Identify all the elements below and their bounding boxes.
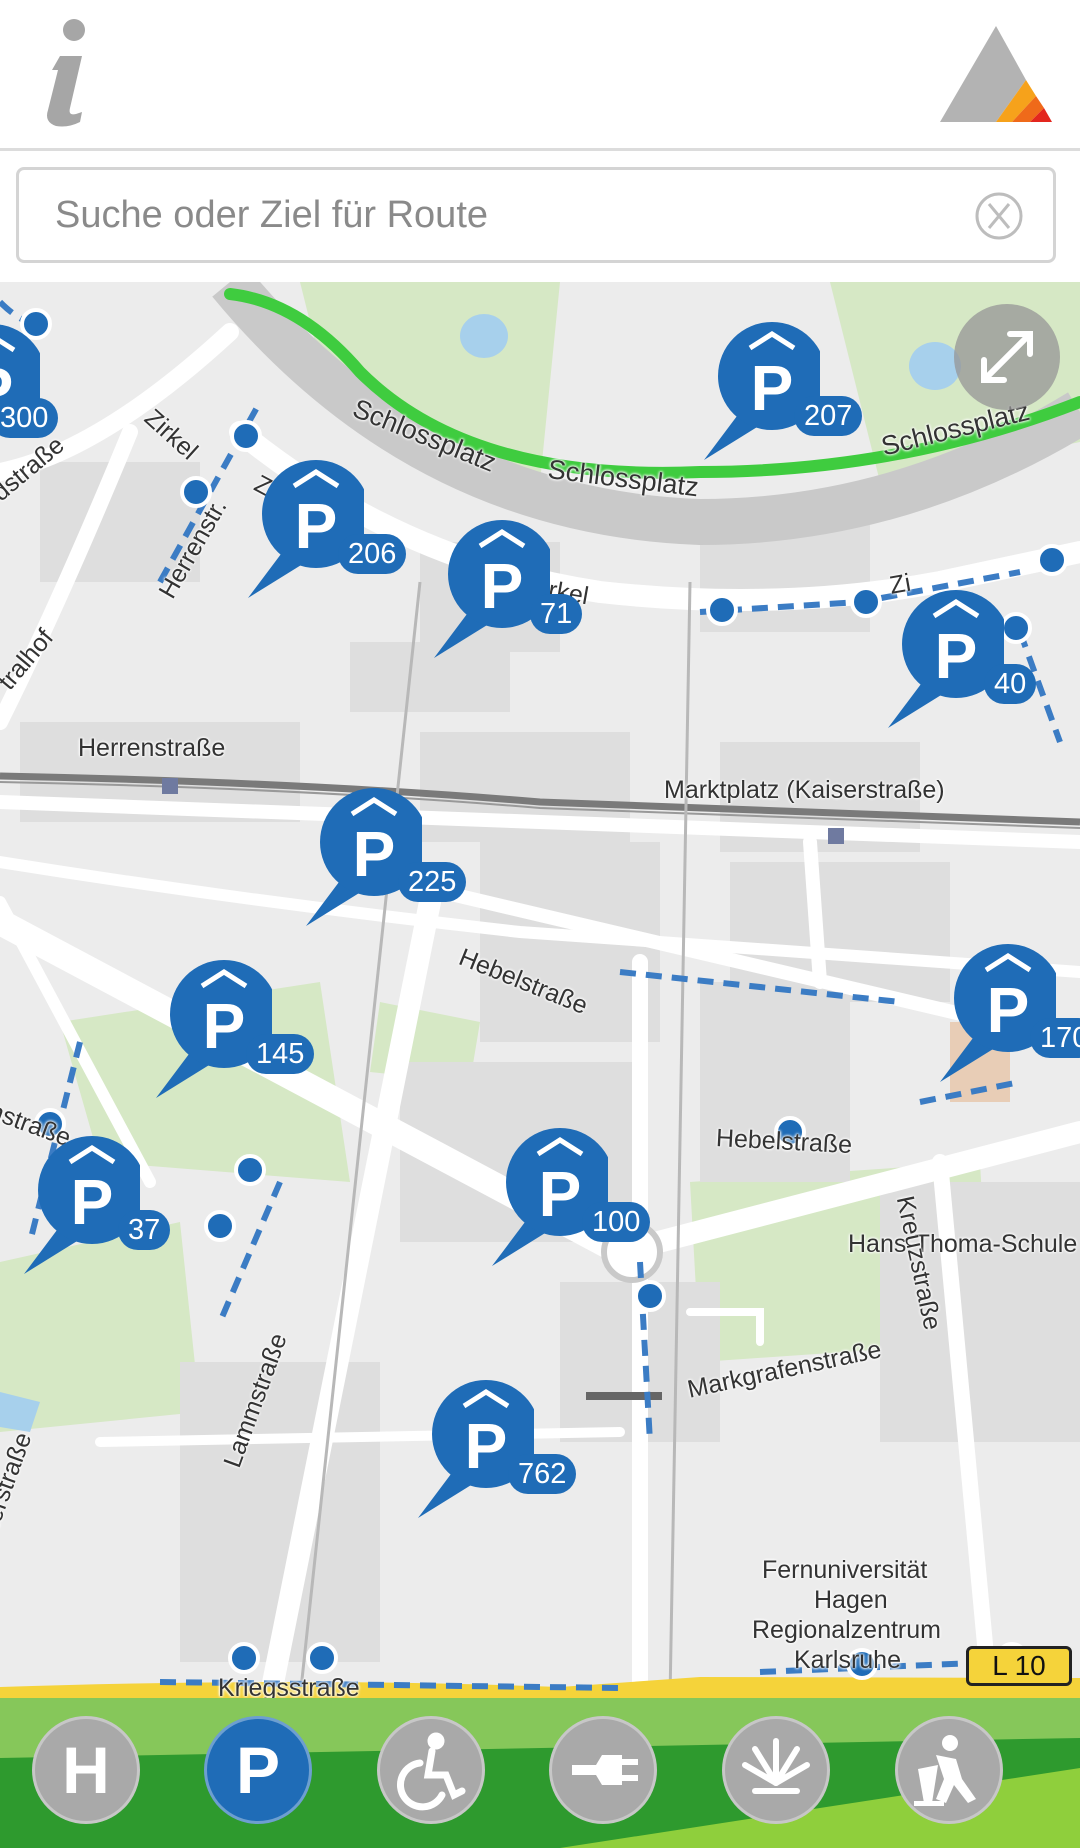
svg-text:P: P (71, 1166, 114, 1238)
street-label-herrenstrasse: Herrenstraße (78, 734, 226, 762)
parking-capacity-badge: 207 (794, 396, 863, 436)
app-header (0, 0, 1080, 151)
parking-capacity-badge: 100 (582, 1202, 651, 1242)
category-parking-button[interactable]: P (204, 1716, 312, 1824)
parking-marker-icon: P (24, 1136, 146, 1274)
parking-marker-icon: P (940, 944, 1062, 1082)
category-events-button[interactable] (722, 1716, 830, 1824)
expand-icon (981, 331, 1033, 383)
search-input[interactable] (55, 170, 955, 260)
app-logo-icon (940, 26, 1052, 122)
place-label-hans-thoma-schule: Hans-Thoma-Schule (848, 1230, 1078, 1258)
parking-marker-icon: P (248, 460, 370, 598)
parking-capacity-badge: 170 (1030, 1018, 1080, 1058)
hotel-h-icon: H (62, 1733, 110, 1807)
parking-capacity-badge: 145 (246, 1034, 315, 1074)
street-label-kriegsstrasse: Kriegsstraße (218, 1674, 360, 1698)
map-view[interactable]: Schlossplatz Schlossplatz Schlossplatz Z… (0, 282, 1080, 1698)
svg-text:P: P (539, 1158, 582, 1230)
category-charging-button[interactable] (549, 1716, 657, 1824)
parking-capacity-badge: 225 (398, 862, 467, 902)
road-number-sign: L 10 (966, 1646, 1072, 1686)
parking-pin[interactable]: P 225 (302, 786, 467, 926)
search-box (16, 167, 1056, 263)
place-label-fernuni: Karlsruhe (794, 1646, 901, 1674)
parking-pin[interactable]: P 170 (936, 942, 1080, 1082)
place-label-fernuni: Hagen (814, 1586, 888, 1614)
parking-capacity-badge: 37 (118, 1210, 171, 1250)
parking-marker-icon: P (0, 324, 46, 432)
category-bar: H P (0, 1698, 1080, 1848)
wheelchair-icon (397, 1732, 466, 1811)
construction-worker-icon (914, 1735, 976, 1806)
fullscreen-button[interactable] (954, 304, 1060, 410)
parking-p-icon: P (236, 1733, 280, 1807)
svg-text:P: P (751, 352, 794, 424)
ev-plug-icon (572, 1755, 638, 1785)
info-icon[interactable] (30, 18, 100, 130)
parking-pin[interactable]: P 762 (414, 1378, 577, 1518)
svg-text:P: P (236, 1733, 280, 1807)
parking-capacity-badge: 71 (530, 594, 583, 634)
fan-icon (742, 1738, 810, 1794)
parking-marker-icon: P (156, 960, 278, 1098)
parking-pin[interactable]: P 145 (152, 958, 315, 1098)
parking-pin[interactable]: P 40 (884, 588, 1037, 728)
place-label-marktplatz: Marktplatz (Kaiserstraße) (664, 776, 945, 804)
parking-capacity-badge: 40 (984, 664, 1037, 704)
parking-marker-icon: P (492, 1128, 614, 1266)
svg-text:P: P (353, 818, 396, 890)
parking-marker-icon: P (888, 590, 1010, 728)
parking-capacity-badge: 206 (338, 534, 407, 574)
svg-text:P: P (987, 974, 1030, 1046)
parking-pin[interactable]: P 206 (244, 458, 407, 598)
parking-capacity-badge: 762 (508, 1454, 577, 1494)
svg-text:P: P (295, 490, 338, 562)
parking-pin[interactable]: P 207 (700, 320, 863, 460)
svg-text:P: P (935, 620, 978, 692)
parking-pin[interactable]: P 100 (488, 1126, 651, 1266)
parking-marker-icon: P (704, 322, 826, 460)
svg-text:P: P (481, 550, 524, 622)
place-label-fernuni: Regionalzentrum (752, 1616, 941, 1644)
parking-marker-icon: P (434, 520, 556, 658)
place-label-fernuni: Fernuniversität (762, 1556, 928, 1584)
parking-pin[interactable]: P 71 (430, 518, 583, 658)
category-hotel-button[interactable]: H (32, 1716, 140, 1824)
parking-pin[interactable]: P 37 (20, 1134, 171, 1274)
category-accessible-button[interactable] (377, 1716, 485, 1824)
parking-capacity-badge: 300 (0, 398, 59, 438)
svg-text:P: P (465, 1410, 508, 1482)
svg-text:H: H (62, 1733, 110, 1807)
parking-marker-icon: P (306, 788, 428, 926)
parking-pin[interactable]: P 300 (0, 322, 59, 462)
category-construction-button[interactable] (895, 1716, 1003, 1824)
clear-search-icon[interactable] (975, 192, 1023, 240)
parking-marker-icon: P (418, 1380, 540, 1518)
svg-text:P: P (203, 990, 246, 1062)
